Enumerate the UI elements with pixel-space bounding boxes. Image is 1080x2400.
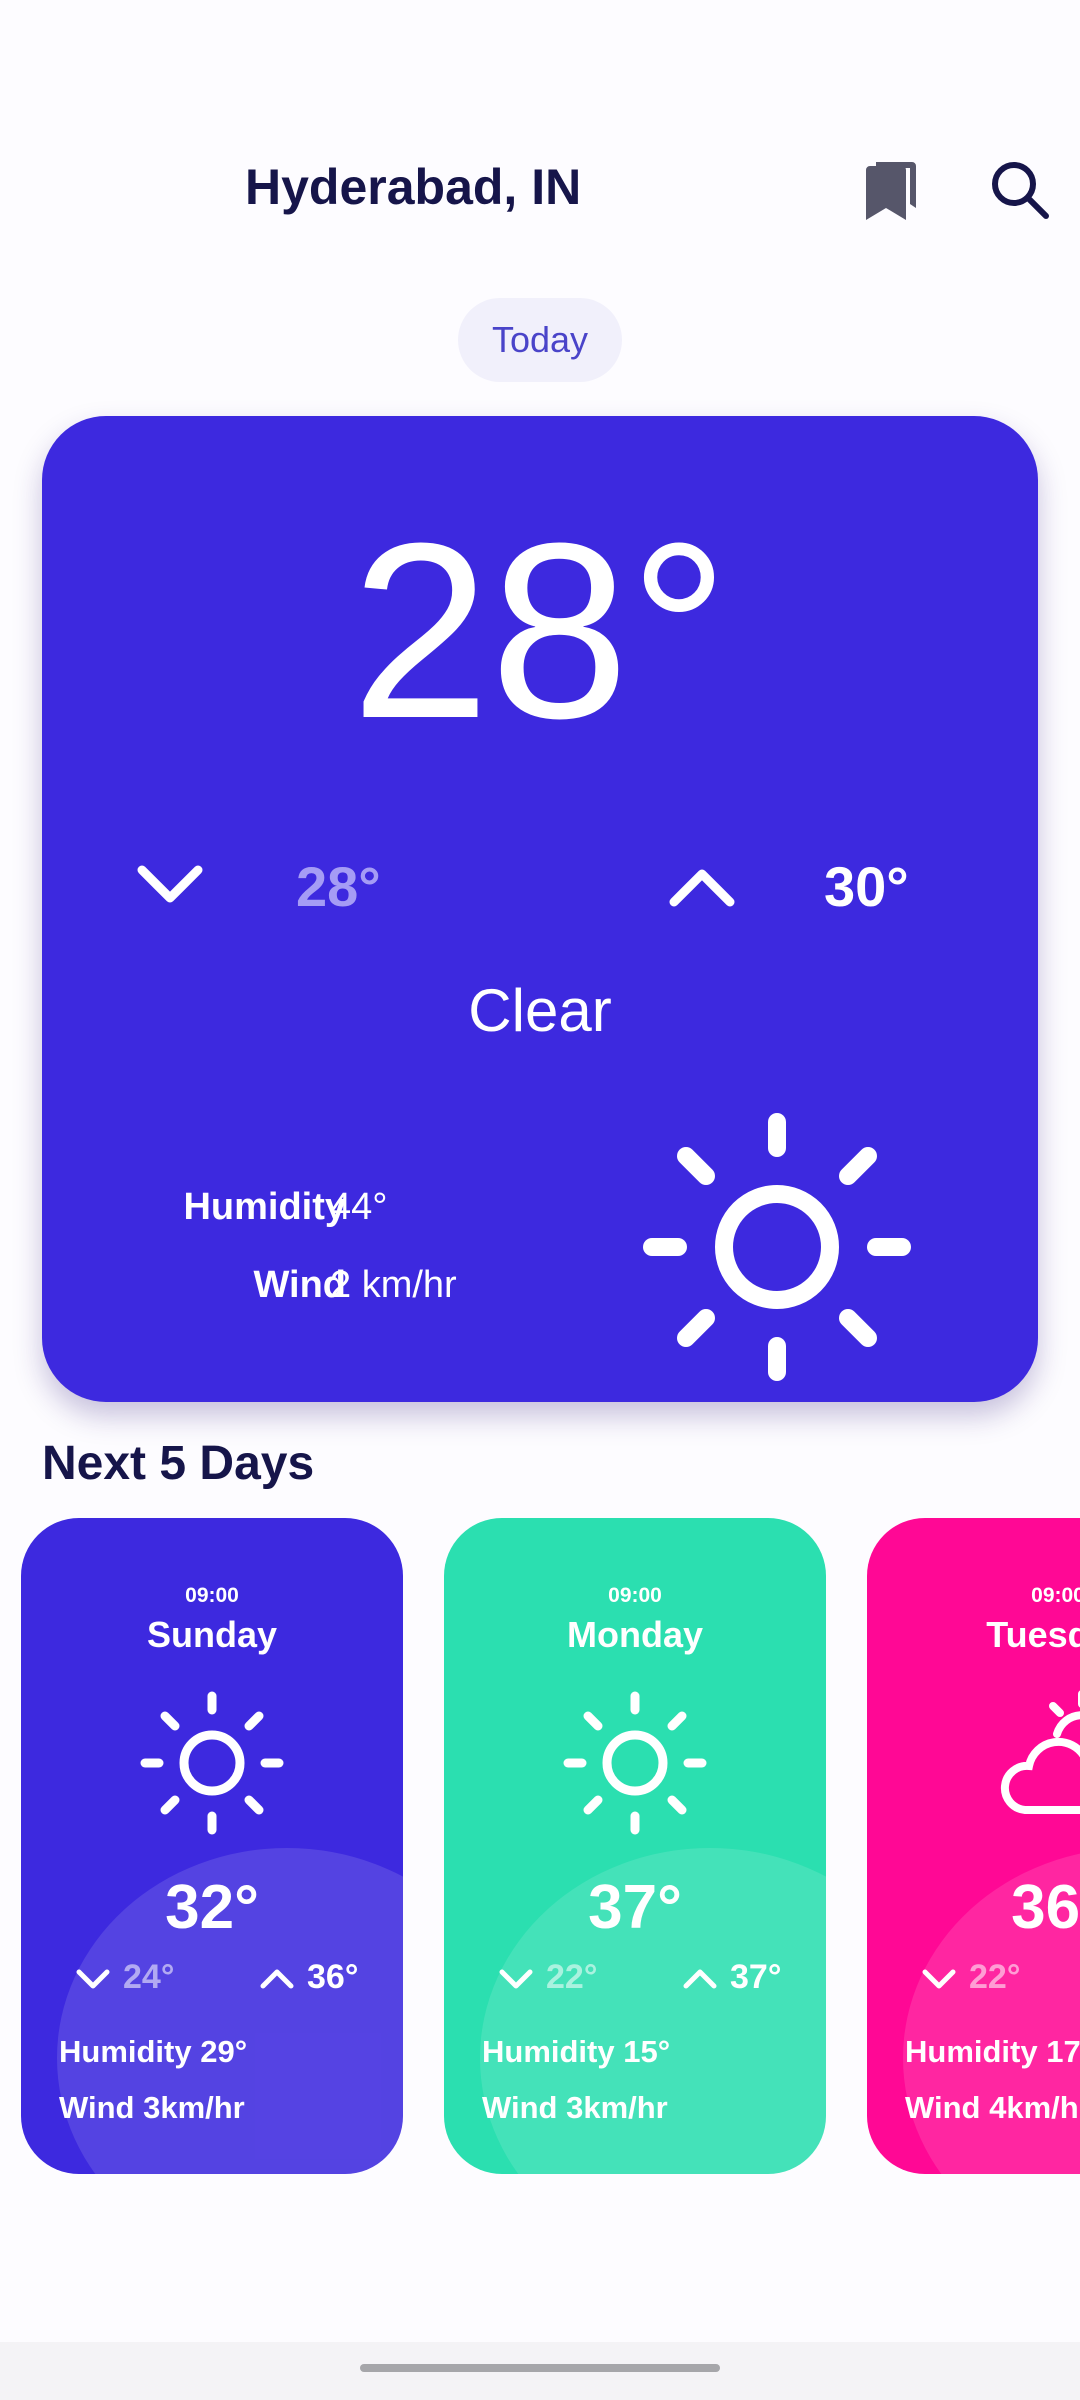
chevron-down-icon bbox=[76, 1969, 110, 1989]
sun-icon bbox=[643, 1113, 911, 1381]
humidity-label: Humidity bbox=[183, 1186, 346, 1228]
current-temperature: 28° bbox=[350, 491, 730, 770]
humidity-value: 44° bbox=[330, 1186, 388, 1228]
forecast-max: 36° bbox=[307, 1958, 359, 1996]
forecast-day: Monday bbox=[566, 1614, 703, 1655]
min-temperature: 28° bbox=[296, 855, 381, 918]
forecast-humidity: Humidity 15° bbox=[482, 2034, 671, 2069]
forecast-title: Next 5 Days bbox=[42, 1437, 315, 1490]
search-button[interactable] bbox=[980, 150, 1060, 230]
forecast-temp: 32° bbox=[165, 1873, 259, 1942]
sun-icon bbox=[140, 1691, 284, 1835]
forecast-min: 24° bbox=[123, 1958, 175, 1996]
forecast-day: Sunday bbox=[146, 1614, 278, 1655]
sun-icon bbox=[563, 1691, 707, 1835]
chevron-down-icon bbox=[922, 1969, 956, 1989]
forecast-wind: Wind 3km/hr bbox=[59, 2090, 245, 2125]
chevron-up-icon bbox=[669, 869, 735, 907]
forecast-humidity: Humidity 29° bbox=[59, 2034, 248, 2069]
forecast-humidity: Humidity 17° bbox=[905, 2034, 1080, 2069]
forecast-wind: Wind 3km/hr bbox=[482, 2090, 668, 2125]
wind-value: 2 km/hr bbox=[330, 1264, 457, 1306]
chevron-down-icon bbox=[137, 865, 203, 903]
forecast-time: 09:00 bbox=[608, 1584, 662, 1607]
system-nav-bar bbox=[0, 2342, 1080, 2400]
search-icon bbox=[992, 162, 1049, 219]
forecast-card-sunday[interactable]: 09:00 Sunday 32° 24° 36° Humidity 29° Wi… bbox=[21, 1518, 403, 2174]
current-weather-card: 28° 28° 30° Clear Humidity 44° Wind 2 km… bbox=[42, 416, 1038, 1402]
forecast-time: 09:00 bbox=[1031, 1584, 1080, 1607]
chevron-down-icon bbox=[499, 1969, 533, 1989]
forecast-min: 22° bbox=[546, 1958, 598, 1996]
home-gesture-handle[interactable] bbox=[360, 2364, 720, 2372]
forecast-card-monday[interactable]: 09:00 Monday 37° 22° 37° Humidity 15° Wi… bbox=[444, 1518, 826, 2174]
bookmarks-button[interactable] bbox=[856, 150, 924, 230]
weather-condition: Clear bbox=[468, 977, 612, 1044]
cloud-sun-icon bbox=[1000, 1690, 1080, 1814]
forecast-temp: 36° bbox=[1011, 1873, 1080, 1942]
bookmarks-icon bbox=[866, 162, 916, 220]
forecast-card-tuesday[interactable]: 09:00 Tuesday 36° 22° Humidity 17° Wind … bbox=[867, 1518, 1080, 2174]
forecast-temp: 37° bbox=[588, 1873, 682, 1942]
wind-label: Wind bbox=[253, 1264, 346, 1306]
forecast-max: 37° bbox=[730, 1958, 782, 1996]
chevron-up-icon bbox=[260, 1969, 294, 1989]
forecast-time: 09:00 bbox=[185, 1584, 239, 1607]
chevron-up-icon bbox=[683, 1969, 717, 1989]
today-chip[interactable]: Today bbox=[458, 298, 622, 382]
forecast-day: Tuesday bbox=[986, 1614, 1080, 1655]
forecast-wind: Wind 4km/hr bbox=[905, 2090, 1080, 2125]
max-temperature: 30° bbox=[824, 855, 909, 918]
location-title: Hyderabad, IN bbox=[245, 159, 582, 215]
forecast-min: 22° bbox=[969, 1958, 1021, 1996]
